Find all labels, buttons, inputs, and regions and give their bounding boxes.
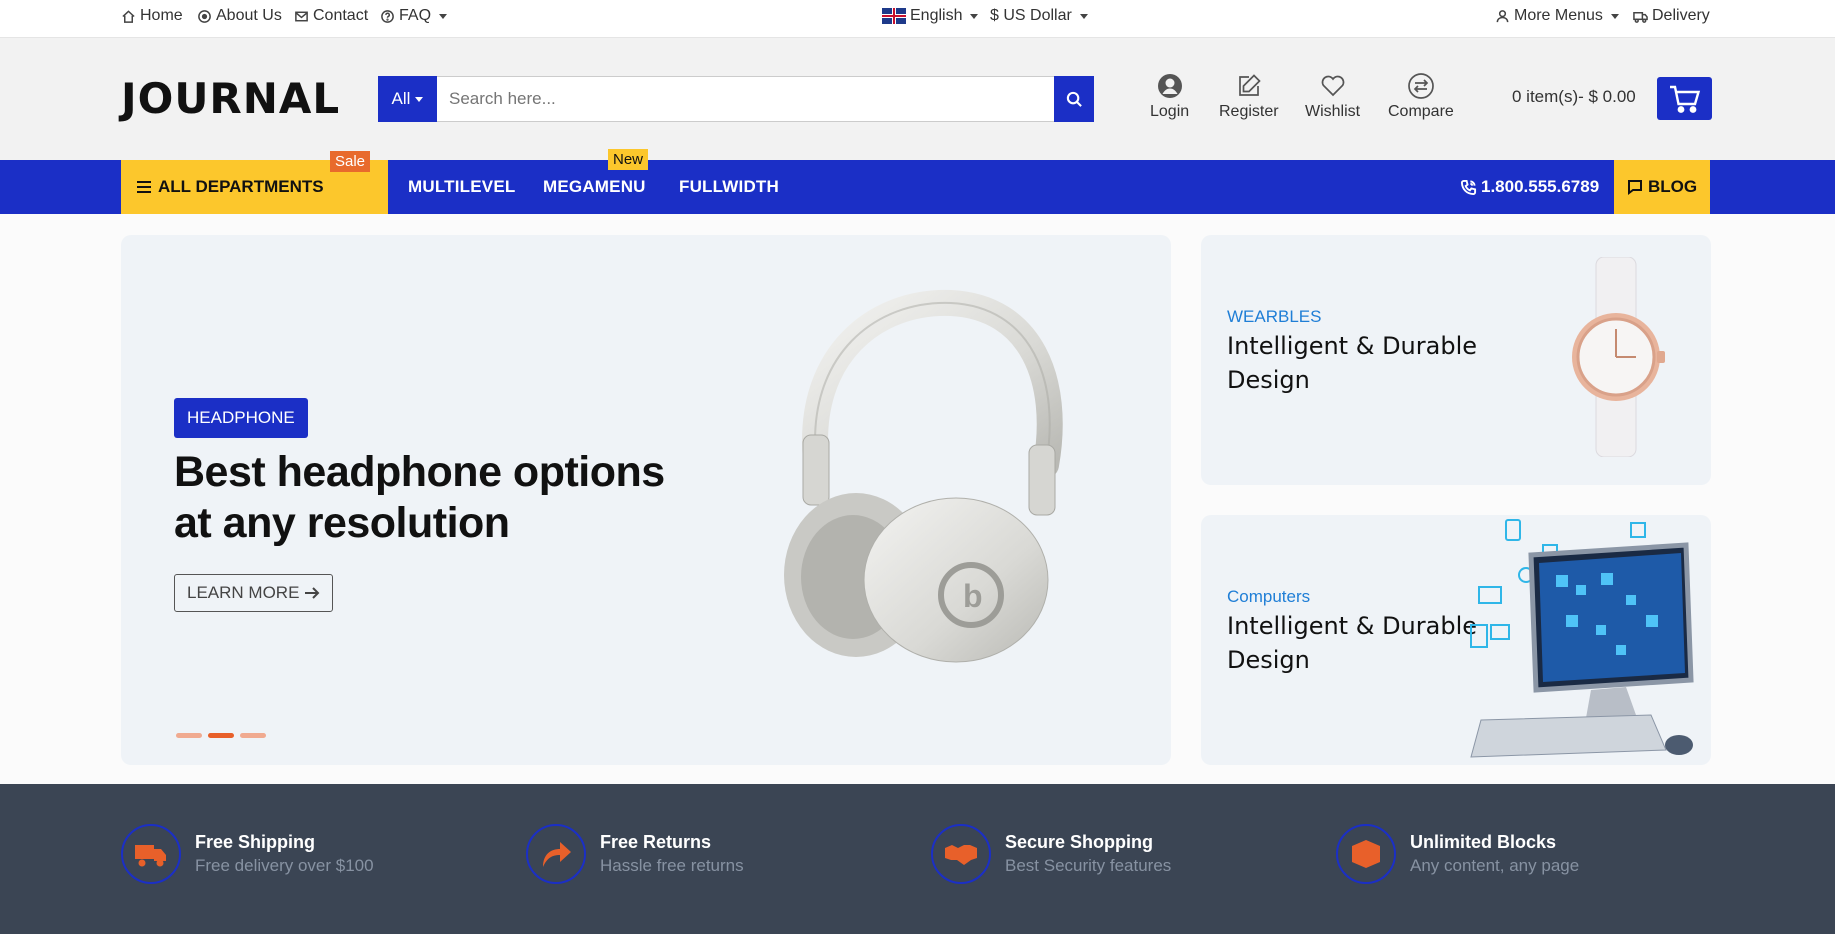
svg-text:b: b <box>963 578 983 614</box>
feature-title: Free Shipping <box>195 832 316 852</box>
feature-subtitle: Best Security features <box>1005 856 1172 875</box>
shopping-cart-icon <box>1669 85 1700 113</box>
home-link[interactable]: Home <box>121 0 183 32</box>
logo[interactable]: JOURNAL <box>121 74 340 123</box>
edit-icon <box>1238 74 1261 96</box>
learn-more-button[interactable]: LEARN MORE <box>174 574 334 612</box>
hero-tag[interactable]: HEADPHONE <box>174 398 308 438</box>
feature-subtitle: Any content, any page <box>1410 856 1580 875</box>
slider-pagination <box>176 733 266 738</box>
chevron-down-icon <box>415 96 424 102</box>
hero-slider: HEADPHONE Best headphone options at any … <box>121 235 1171 765</box>
box-icon <box>1352 840 1380 868</box>
circle-dot-icon <box>198 9 211 23</box>
main-content: HEADPHONE Best headphone options at any … <box>0 214 1835 784</box>
search-category-dropdown[interactable]: All <box>378 76 437 122</box>
phone-icon <box>1460 179 1477 195</box>
headphone-image: b <box>784 289 1063 663</box>
card-title: Intelligent & Durable Design <box>1227 332 1477 394</box>
feature-subtitle: Free delivery over $100 <box>195 856 374 875</box>
about-link[interactable]: About Us <box>197 0 282 32</box>
chevron-down-icon <box>970 13 979 19</box>
faq-dropdown[interactable]: FAQ <box>380 0 448 32</box>
currency-dropdown[interactable]: $ US Dollar <box>990 0 1088 32</box>
chevron-down-icon <box>439 13 448 19</box>
computer-image <box>1470 519 1694 758</box>
card-category: WEARBLES <box>1227 307 1322 326</box>
top-utility-bar: Home About Us Contact FAQ English $ US D… <box>0 0 1835 38</box>
uk-flag-icon <box>882 8 906 24</box>
chevron-down-icon <box>1610 13 1619 19</box>
truck-icon <box>135 845 166 867</box>
feature-free-shipping: Free Shipping Free delivery over $100 <box>121 824 374 884</box>
user-circle-icon <box>1157 74 1182 98</box>
heart-icon <box>1321 75 1344 97</box>
cart-summary[interactable]: 0 item(s)- $ 0.00 <box>1512 87 1636 107</box>
new-badge: New <box>608 149 649 170</box>
feature-title: Secure Shopping <box>1005 832 1154 852</box>
slider-dot[interactable] <box>176 733 202 738</box>
language-dropdown[interactable]: English <box>882 0 979 32</box>
feature-secure-shopping: Secure Shopping Best Security features <box>931 824 1171 884</box>
page-bottom <box>0 934 1835 946</box>
more-menus-dropdown[interactable]: More Menus <box>1495 0 1619 32</box>
nav-multilevel[interactable]: MULTILEVEL <box>408 160 515 214</box>
comment-icon <box>1627 180 1642 195</box>
search-bar: All <box>378 76 1094 122</box>
truck-icon <box>1633 11 1648 23</box>
login-link[interactable]: Login <box>1150 72 1189 121</box>
feature-subtitle: Hassle free returns <box>600 856 744 875</box>
blog-button[interactable]: BLOG <box>1614 160 1710 214</box>
card-title: Intelligent & Durable Design <box>1227 612 1477 674</box>
promo-card-computers[interactable]: Computers Intelligent & Durable Design <box>1201 515 1711 765</box>
nav-fullwidth[interactable]: FULLWIDTH <box>679 160 779 214</box>
search-icon <box>1066 91 1082 107</box>
slider-dot-active[interactable] <box>208 733 234 738</box>
slider-dot[interactable] <box>240 733 266 738</box>
card-category: Computers <box>1227 587 1311 606</box>
feature-title: Free Returns <box>600 832 712 852</box>
compare-link[interactable]: Compare <box>1388 72 1454 121</box>
header: JOURNAL All Login Register Wishlist Comp… <box>0 38 1835 160</box>
return-arrow-icon <box>543 842 571 867</box>
contact-link[interactable]: Contact <box>294 0 368 32</box>
search-button[interactable] <box>1054 76 1094 122</box>
watch-image <box>1572 257 1665 457</box>
envelope-icon <box>295 11 308 21</box>
feature-free-returns: Free Returns Hassle free returns <box>526 824 744 884</box>
question-circle-icon <box>381 9 394 23</box>
feature-unlimited-blocks: Unlimited Blocks Any content, any page <box>1336 824 1579 884</box>
chevron-down-icon <box>1079 13 1088 19</box>
arrow-right-icon <box>305 587 320 599</box>
promo-card-wearables[interactable]: WEARBLES Intelligent & Durable Design <box>1201 235 1711 485</box>
hero-headline: Best headphone options at any resolution <box>174 448 665 547</box>
wishlist-link[interactable]: Wishlist <box>1305 72 1360 121</box>
search-input[interactable] <box>437 76 1054 122</box>
cart-button[interactable] <box>1657 77 1712 120</box>
register-link[interactable]: Register <box>1219 72 1279 121</box>
feature-title: Unlimited Blocks <box>1410 832 1557 852</box>
features-bar: Free Shipping Free delivery over $100 Fr… <box>0 784 1835 934</box>
home-icon <box>122 9 135 23</box>
phone-link[interactable]: 1.800.555.6789 <box>1460 160 1599 214</box>
user-icon <box>1496 9 1509 22</box>
delivery-link[interactable]: Delivery <box>1633 0 1710 32</box>
hamburger-icon <box>137 181 151 193</box>
main-navigation: ALL DEPARTMENTS Sale MULTILEVEL MEGAMENU… <box>0 149 1835 214</box>
sale-badge: Sale <box>330 151 371 172</box>
compare-arrows-icon <box>1408 73 1434 99</box>
handshake-icon <box>945 845 977 865</box>
